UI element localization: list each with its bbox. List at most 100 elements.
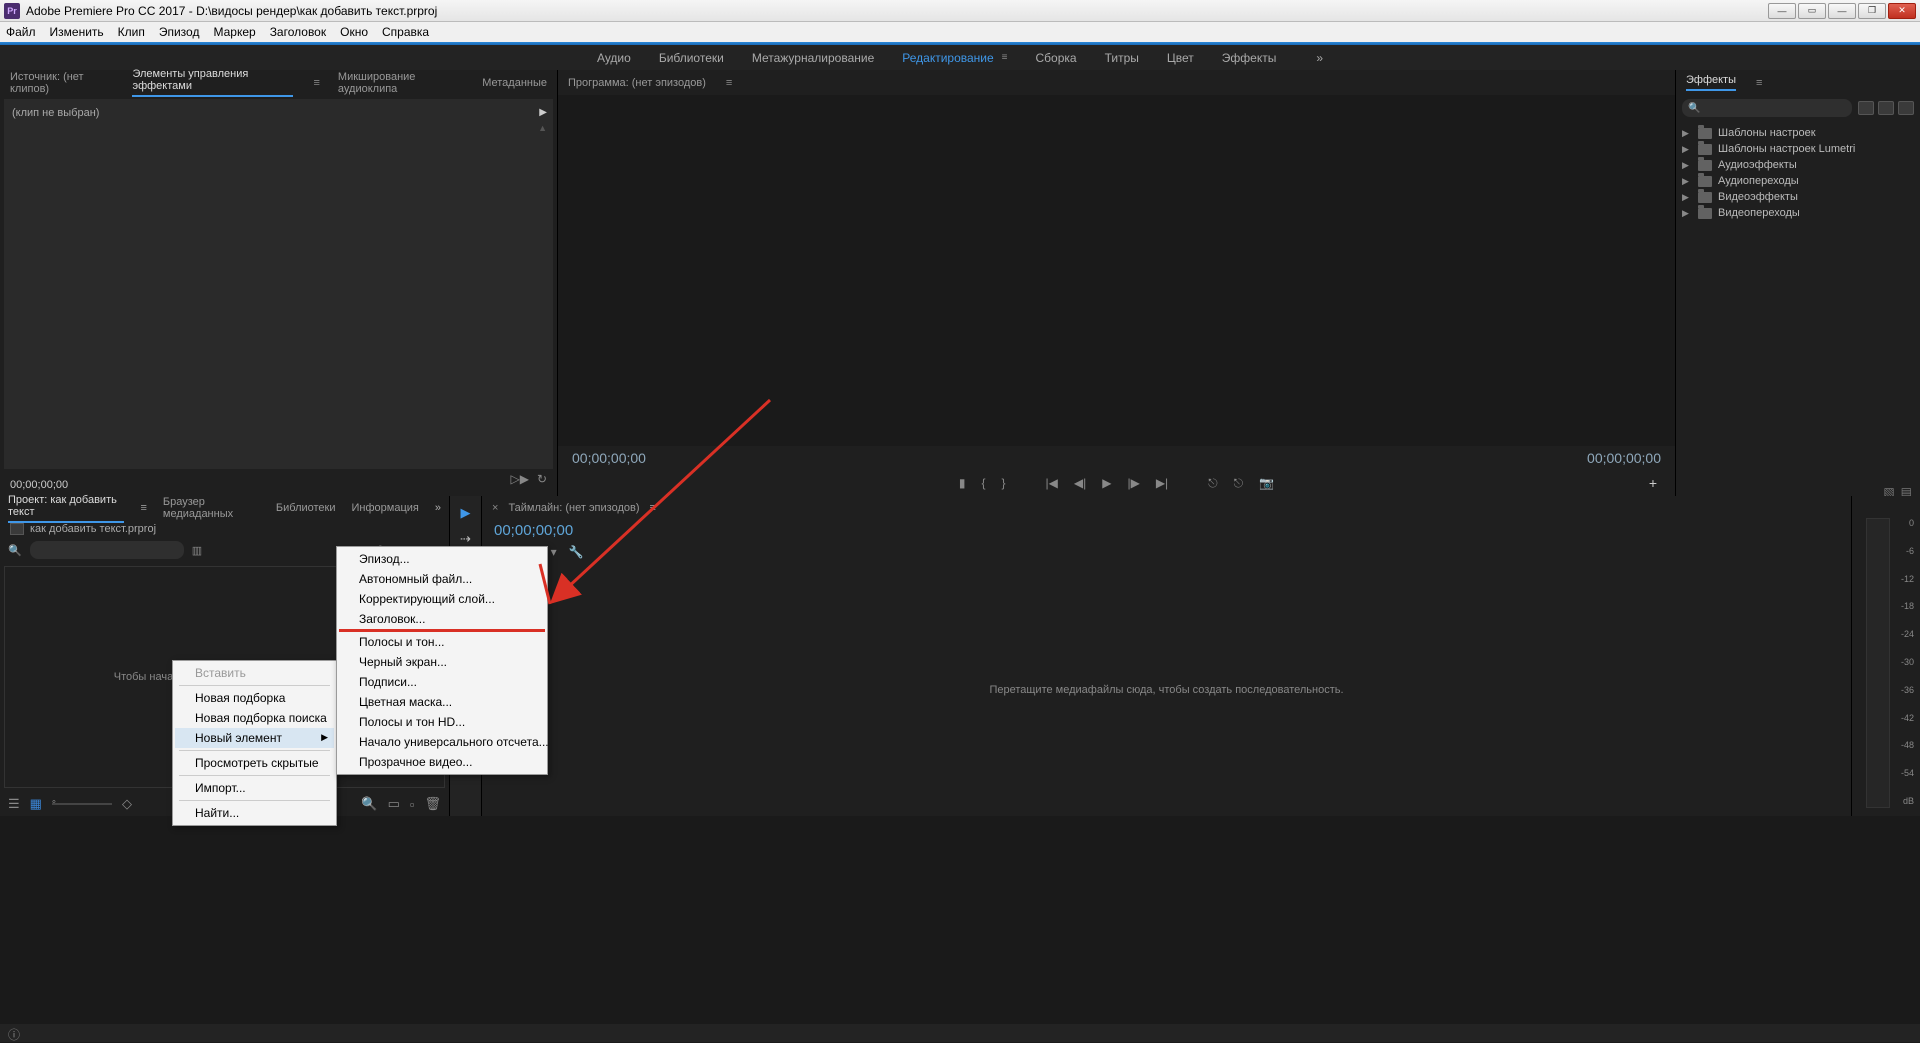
workspace-assembly[interactable]: Сборка	[1036, 51, 1077, 65]
workspace-effects[interactable]: Эффекты	[1222, 51, 1277, 65]
sub-black-video[interactable]: Черный экран...	[339, 652, 545, 672]
sort-icon[interactable]: ◇	[122, 796, 132, 812]
collapse-icon[interactable]: ▲	[538, 123, 547, 133]
effects-filter-1-icon[interactable]	[1858, 101, 1874, 115]
extract-icon[interactable]: ⎋	[1234, 476, 1244, 491]
effects-folder[interactable]: ▶Видеоэффекты	[1680, 189, 1916, 205]
menu-window[interactable]: Окно	[340, 25, 368, 39]
sub-captions[interactable]: Подписи...	[339, 672, 545, 692]
effects-folder[interactable]: ▶Аудиоэффекты	[1680, 157, 1916, 173]
trash-icon[interactable]: 🗑	[424, 796, 441, 812]
effects-folder[interactable]: ▶Аудиопереходы	[1680, 173, 1916, 189]
menu-sequence[interactable]: Эпизод	[159, 25, 200, 39]
expand-icon[interactable]: ▶	[539, 107, 547, 118]
workspace-editing[interactable]: Редактирование	[902, 51, 993, 65]
menu-title[interactable]: Заголовок	[270, 25, 326, 39]
thumb-size-slider[interactable]	[52, 803, 112, 805]
ctx-new-item[interactable]: Новый элемент▶	[175, 728, 334, 748]
tab-media-browser[interactable]: Браузер медиаданных	[163, 496, 260, 520]
maximize-button-inner[interactable]: ▭	[1798, 3, 1826, 19]
project-search-input[interactable]	[30, 541, 184, 559]
step-fwd-icon[interactable]: |▶	[1127, 476, 1139, 490]
source-btn-2-icon[interactable]: ↻	[537, 472, 547, 486]
effects-folder[interactable]: ▶Шаблоны настроек Lumetri	[1680, 141, 1916, 157]
program-menu-icon[interactable]: ≡	[726, 77, 732, 89]
status-info-icon[interactable]: ⓘ	[8, 1028, 20, 1042]
ctx-new-search-bin[interactable]: Новая подборка поиска	[175, 708, 334, 728]
menu-clip[interactable]: Клип	[118, 25, 145, 39]
find-icon[interactable]: 🔍	[361, 796, 377, 812]
new-bin-icon[interactable]: ▭	[388, 796, 400, 812]
project-camera-icon[interactable]: ▥	[192, 544, 202, 557]
workspace-libraries[interactable]: Библиотеки	[659, 51, 724, 65]
menu-help[interactable]: Справка	[382, 25, 429, 39]
timeline-menu-icon[interactable]: ≡	[650, 502, 656, 514]
tab-menu-icon[interactable]: ≡	[313, 77, 319, 89]
project-tabs-overflow-icon[interactable]: »	[435, 502, 441, 514]
ctx-import[interactable]: Импорт...	[175, 778, 334, 798]
tab-timeline[interactable]: Таймлайн: (нет эпизодов)	[508, 502, 639, 514]
step-back-icon[interactable]: ◀|	[1074, 476, 1086, 490]
export-frame-icon[interactable]: 📷	[1259, 476, 1274, 490]
menu-file[interactable]: Файл	[6, 25, 36, 39]
new-item-icon[interactable]: ▫	[410, 797, 415, 812]
ctx-view-hidden[interactable]: Просмотреть скрытые	[175, 753, 334, 773]
workspace-color[interactable]: Цвет	[1167, 51, 1194, 65]
workspace-overflow-icon[interactable]: »	[1316, 51, 1323, 65]
timeline-settings-icon[interactable]: ▾	[551, 545, 557, 560]
timeline-wrench-icon[interactable]: 🔧	[569, 545, 584, 560]
menu-edit[interactable]: Изменить	[50, 25, 104, 39]
sub-hd-bars-tone[interactable]: Полосы и тон HD...	[339, 712, 545, 732]
play-icon[interactable]: ▶	[1102, 476, 1111, 490]
minimize-button[interactable]: —	[1828, 3, 1856, 19]
tab-audio-mixer[interactable]: Микширование аудиоклипа	[338, 71, 464, 95]
icon-view-icon[interactable]: ▦	[30, 796, 42, 812]
workspace-titles[interactable]: Титры	[1105, 51, 1139, 65]
tab-metadata[interactable]: Метаданные	[482, 77, 547, 89]
tab-project[interactable]: Проект: как добавить текст	[8, 494, 124, 523]
ctx-paste[interactable]: Вставить	[175, 663, 334, 683]
in-point-icon[interactable]: {	[981, 476, 985, 490]
marker-icon[interactable]: ▮	[959, 476, 966, 490]
ctx-new-bin[interactable]: Новая подборка	[175, 688, 334, 708]
selection-tool-icon[interactable]: ▶	[457, 504, 475, 522]
close-button[interactable]: ✕	[1888, 3, 1916, 19]
minimize-button-inner[interactable]: —	[1768, 3, 1796, 19]
tab-source[interactable]: Источник: (нет клипов)	[10, 71, 114, 95]
tab-program[interactable]: Программа: (нет эпизодов)	[568, 77, 706, 89]
restore-button[interactable]: ❐	[1858, 3, 1886, 19]
effects-search-input[interactable]	[1682, 99, 1852, 117]
sub-universal-leader[interactable]: Начало универсального отсчета...	[339, 732, 545, 752]
effects-filter-2-icon[interactable]	[1878, 101, 1894, 115]
add-button-icon[interactable]: +	[1649, 475, 1657, 491]
sub-color-matte[interactable]: Цветная маска...	[339, 692, 545, 712]
go-to-out-icon[interactable]: ▶|	[1156, 476, 1168, 490]
effects-menu-icon[interactable]: ≡	[1756, 77, 1762, 89]
out-point-icon[interactable]: }	[1001, 476, 1005, 490]
ctx-find[interactable]: Найти...	[175, 803, 334, 823]
effects-folder[interactable]: ▶Видеопереходы	[1680, 205, 1916, 221]
tab-info[interactable]: Информация	[352, 502, 419, 514]
list-view-icon[interactable]: ☰	[8, 796, 20, 812]
workspace-audio[interactable]: Аудио	[597, 51, 631, 65]
sub-offline-file[interactable]: Автономный файл...	[339, 569, 545, 589]
workspace-metalogging[interactable]: Метажурналирование	[752, 51, 874, 65]
project-tab-menu-icon[interactable]: ≡	[140, 502, 146, 514]
source-btn-1-icon[interactable]: ▷▶	[510, 472, 528, 486]
sub-adjustment-layer[interactable]: Корректирующий слой...	[339, 589, 545, 609]
timeline-drop-area[interactable]: Перетащите медиафайлы сюда, чтобы создат…	[482, 564, 1851, 816]
menu-marker[interactable]: Маркер	[213, 25, 255, 39]
tab-libraries[interactable]: Библиотеки	[276, 502, 336, 514]
tab-effects[interactable]: Эффекты	[1686, 74, 1736, 91]
sub-transparent-video[interactable]: Прозрачное видео...	[339, 752, 545, 772]
go-to-in-icon[interactable]: |◀	[1046, 476, 1058, 490]
sub-bars-tone[interactable]: Полосы и тон...	[339, 632, 545, 652]
timeline-close-icon[interactable]: ×	[492, 502, 498, 514]
workspace-options-icon[interactable]: ≡	[1002, 52, 1008, 63]
tab-effect-controls[interactable]: Элементы управления эффектами	[132, 68, 293, 97]
sub-sequence[interactable]: Эпизод...	[339, 549, 545, 569]
lift-icon[interactable]: ⎋	[1208, 476, 1218, 491]
effects-folder[interactable]: ▶Шаблоны настроек	[1680, 125, 1916, 141]
sub-title[interactable]: Заголовок...	[339, 609, 545, 632]
effects-filter-3-icon[interactable]	[1898, 101, 1914, 115]
